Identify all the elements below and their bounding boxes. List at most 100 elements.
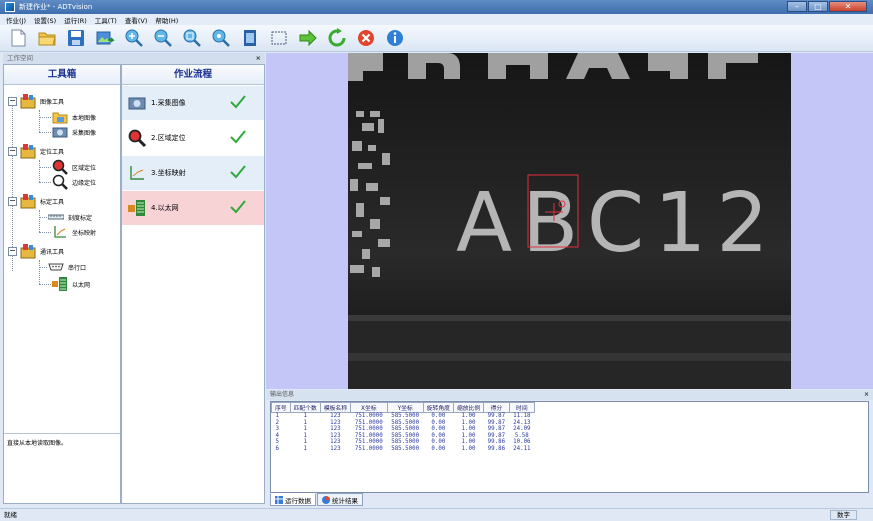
toolbar	[0, 25, 873, 52]
table-row[interactable]: 3 1 123 751.0000 585.5000 0.00 1.00 99.87 24.09	[272, 426, 535, 433]
stop-icon[interactable]	[356, 28, 376, 48]
magnifier-red-icon	[128, 129, 146, 147]
info-icon[interactable]	[385, 28, 405, 48]
tree-item-scale-calibration[interactable]: 刻度标定	[48, 209, 92, 225]
status-num-indicator: 数字	[830, 510, 857, 520]
table-row[interactable]: 4 1 123 751.0000 585.5000 0.00 1.00 99.87 5.58	[272, 433, 535, 440]
pie-chart-icon	[322, 495, 330, 504]
workspace-title: 工作空间	[7, 54, 33, 62]
table-row[interactable]: 2 1 123 751.0000 585.5000 0.00 1.00 99.87 24.13	[272, 420, 535, 427]
table-row[interactable]: 6 1 123 751.0000 585.5000 0.00 1.00 99.86 24.11	[272, 446, 535, 453]
title-bar: 新建作业* - ADTvision – □ ✕	[0, 0, 873, 14]
axes-icon	[130, 166, 144, 180]
workspace-dock-title: 工作空间 ×	[3, 53, 265, 64]
col-scale[interactable]: 缩放比例	[452, 402, 485, 413]
check-icon	[230, 95, 246, 109]
camera-image-canvas: ABC12	[348, 53, 791, 389]
collapse-icon[interactable]: −	[8, 246, 17, 256]
image-display[interactable]: ABC12	[266, 53, 873, 389]
check-icon	[230, 200, 246, 214]
col-time[interactable]: 时间	[508, 402, 536, 413]
tree-group-image-tools[interactable]: − 图像工具	[8, 93, 64, 109]
camera-image[interactable]: ABC12	[348, 53, 791, 389]
collapse-icon[interactable]: −	[8, 96, 17, 106]
table-row[interactable]: 1 1 123 751.0000 585.5000 0.00 1.00 99.87 11.18	[272, 413, 535, 420]
menu-job[interactable]: 作业(J)	[6, 15, 26, 25]
workflow-panel: 作业流程 1.采集图像 2.区域定位 3.坐标映射 4.以太网	[121, 64, 265, 504]
import-image-icon[interactable]	[95, 28, 115, 48]
loop-run-icon[interactable]	[327, 28, 347, 48]
close-dock-button[interactable]: ×	[256, 53, 261, 64]
table-icon	[275, 495, 283, 504]
col-y[interactable]: Y坐标	[386, 402, 424, 413]
col-index[interactable]: 序号	[271, 402, 291, 413]
toolbox-group-icon	[20, 94, 36, 109]
toolbox-group-icon	[20, 194, 36, 209]
tree-group-communication-tools[interactable]: − 通讯工具	[8, 243, 64, 259]
film-icon[interactable]	[240, 28, 260, 48]
zoom-in-icon[interactable]	[124, 28, 144, 48]
table-row[interactable]: 5 1 123 751.0000 585.5000 0.00 1.00 99.86 10.06	[272, 439, 535, 446]
maximize-button[interactable]: □	[808, 1, 828, 12]
workflow-step-region-locate[interactable]: 2.区域定位	[122, 121, 264, 155]
menu-help[interactable]: 帮助(H)	[155, 15, 178, 25]
ethernet-icon	[128, 200, 145, 216]
tree-item-local-image[interactable]: 本地图像	[52, 109, 96, 125]
tree-item-capture-image[interactable]: 采集图像	[52, 124, 96, 140]
close-output-button[interactable]: ×	[864, 390, 869, 400]
tree-item-ethernet[interactable]: 以太网	[52, 276, 90, 292]
check-icon	[230, 165, 246, 179]
tree-group-location-tools[interactable]: − 定位工具	[8, 143, 64, 159]
output-tabs: 运行数据 统计结果	[270, 493, 364, 506]
new-file-icon[interactable]	[8, 28, 28, 48]
workflow-step-ethernet[interactable]: 4.以太网	[122, 191, 264, 225]
tool-description: 直接从本地读取图像。	[4, 433, 120, 503]
toolbox-header: 工具箱	[4, 65, 120, 85]
menu-run[interactable]: 运行(R)	[64, 15, 87, 25]
axes-icon	[54, 226, 66, 238]
tab-statistics[interactable]: 统计结果	[317, 493, 363, 506]
close-window-button[interactable]: ✕	[829, 1, 867, 12]
workflow-step-capture-image[interactable]: 1.采集图像	[122, 86, 264, 120]
menu-bar: 作业(J) 设置(S) 运行(R) 工具(T) 查看(V) 帮助(H)	[0, 14, 873, 25]
col-rotation[interactable]: 旋转角度	[422, 402, 454, 413]
output-table-container: 序号 匹配个数 模板名称 X坐标 Y坐标 旋转角度 缩放比例 得分 时间 111…	[270, 401, 869, 493]
select-rect-icon[interactable]	[269, 28, 289, 48]
open-folder-icon[interactable]	[37, 28, 57, 48]
camera-icon	[52, 127, 68, 138]
toolbox-tree: − 图像工具 本地图像 采集图像 − 定位工具 区域定位 边缘定位 − 标定工具…	[4, 85, 120, 433]
col-template-name[interactable]: 模板名称	[319, 402, 352, 413]
tree-item-region-locate[interactable]: 区域定位	[52, 159, 96, 175]
save-icon[interactable]	[66, 28, 86, 48]
tree-item-edge-locate[interactable]: 边缘定位	[52, 174, 96, 190]
app-icon	[5, 2, 15, 12]
col-x[interactable]: X坐标	[350, 402, 388, 413]
toolbox-group-icon	[20, 244, 36, 259]
status-ready: 就绪	[4, 511, 17, 519]
window-title: 新建作业* - ADTvision	[19, 3, 93, 11]
workflow-step-coordinate-mapping[interactable]: 3.坐标映射	[122, 156, 264, 190]
menu-tools[interactable]: 工具(T)	[95, 15, 117, 25]
col-match-count[interactable]: 匹配个数	[289, 402, 321, 413]
zoom-fit-icon[interactable]	[182, 28, 202, 48]
ethernet-icon	[52, 277, 67, 291]
serial-port-icon	[48, 263, 64, 271]
menu-view[interactable]: 查看(V)	[125, 15, 148, 25]
zoom-original-icon[interactable]	[211, 28, 231, 48]
camera-icon	[128, 97, 146, 110]
zoom-out-icon[interactable]	[153, 28, 173, 48]
table-header-row: 序号 匹配个数 模板名称 X坐标 Y坐标 旋转角度 缩放比例 得分 时间	[271, 402, 536, 413]
minimize-button[interactable]: –	[787, 1, 807, 12]
status-bar: 就绪 数字	[0, 508, 873, 521]
col-score[interactable]: 得分	[483, 402, 510, 413]
collapse-icon[interactable]: −	[8, 146, 17, 156]
tree-group-calibration-tools[interactable]: − 标定工具	[8, 193, 64, 209]
tree-item-serial-port[interactable]: 串行口	[48, 259, 86, 275]
menu-settings[interactable]: 设置(S)	[34, 15, 56, 25]
run-arrow-icon[interactable]	[298, 28, 318, 48]
workflow-header: 作业流程	[122, 65, 264, 85]
tab-run-data[interactable]: 运行数据	[270, 493, 316, 506]
toolbox-group-icon	[20, 144, 36, 159]
collapse-icon[interactable]: −	[8, 196, 17, 206]
tree-item-coordinate-mapping[interactable]: 坐标映射	[52, 224, 96, 240]
